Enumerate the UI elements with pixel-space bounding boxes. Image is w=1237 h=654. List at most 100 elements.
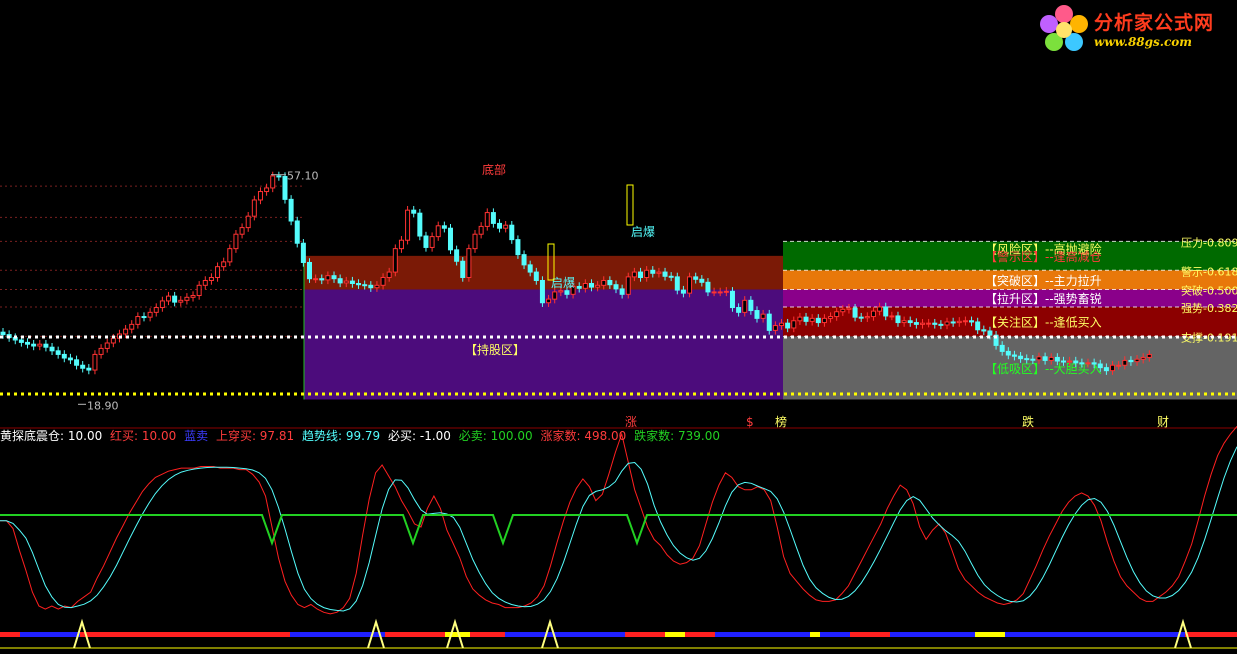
candle-body bbox=[926, 322, 932, 325]
signal-bottom-label: 底部 bbox=[482, 162, 506, 177]
candle-body bbox=[601, 279, 607, 286]
candle-body bbox=[895, 315, 901, 324]
candle-body bbox=[435, 225, 441, 238]
candle-body bbox=[748, 299, 754, 312]
signal-bar-segment bbox=[0, 632, 20, 637]
candle-body bbox=[1122, 359, 1128, 366]
candle-body bbox=[172, 295, 178, 303]
candle-body bbox=[104, 342, 110, 349]
candle-body bbox=[809, 317, 815, 322]
candle-body bbox=[1030, 358, 1036, 361]
logo-url: www.88gs.com bbox=[1094, 35, 1192, 49]
candle-body bbox=[478, 225, 484, 235]
candle-body bbox=[717, 291, 723, 294]
candle-body bbox=[582, 282, 588, 289]
signal-bar-segment bbox=[975, 632, 1005, 637]
candle-body bbox=[1128, 359, 1134, 363]
candle-body bbox=[607, 279, 613, 286]
candle-body bbox=[411, 209, 417, 214]
candle-body bbox=[251, 199, 257, 217]
candle-body bbox=[975, 321, 981, 331]
hold-zone-lower bbox=[304, 289, 783, 400]
candle-body bbox=[18, 339, 24, 343]
indicator-green-line bbox=[0, 514, 1237, 546]
candle-body bbox=[325, 275, 331, 281]
signal-bar-segment bbox=[665, 632, 685, 637]
signal-bar-segment bbox=[1005, 632, 1185, 637]
fib-level-label: 突破-0.500 bbox=[1181, 284, 1237, 298]
candle-body bbox=[159, 300, 165, 309]
candle-body bbox=[699, 278, 705, 283]
legend-item-must-sell: 必卖: 100.00 bbox=[458, 429, 533, 443]
candle-body bbox=[129, 323, 135, 330]
candle-body bbox=[650, 269, 656, 274]
candle-body bbox=[43, 343, 49, 348]
candle-body bbox=[1060, 360, 1066, 363]
signal-bar-segment bbox=[385, 632, 445, 637]
candle-body bbox=[227, 248, 233, 263]
candle-body bbox=[595, 284, 601, 288]
candle-body bbox=[760, 313, 766, 319]
candle-body bbox=[349, 280, 355, 284]
candle-body bbox=[754, 310, 760, 319]
candle-body bbox=[693, 276, 699, 280]
candle-body bbox=[1073, 360, 1079, 364]
candle-body bbox=[55, 350, 61, 355]
candle-body bbox=[956, 320, 962, 324]
candle-body bbox=[803, 316, 809, 322]
candle-body bbox=[729, 290, 735, 309]
candle-body bbox=[705, 281, 711, 293]
candle-body bbox=[257, 191, 263, 201]
candle-body bbox=[564, 290, 570, 295]
candle-body bbox=[80, 364, 86, 369]
candle-body bbox=[405, 209, 411, 241]
candle-body bbox=[74, 359, 80, 366]
candle-body bbox=[613, 284, 619, 290]
stock-chart: 【风险区】--高抛避险【警示区】--逢高减仓【突破区】--主力拉升【拉升区】--… bbox=[0, 162, 1237, 649]
candle-body bbox=[576, 286, 582, 289]
candle-body bbox=[386, 271, 392, 278]
signal-bar-segment bbox=[715, 632, 810, 637]
candle-body bbox=[307, 261, 312, 280]
price-low-label: 18.90 bbox=[87, 399, 119, 412]
candle-body bbox=[1091, 362, 1097, 365]
candle-body bbox=[742, 299, 748, 313]
signal-burst-label: 启爆 bbox=[631, 225, 655, 239]
candle-body bbox=[950, 321, 956, 324]
candle-body bbox=[313, 278, 319, 281]
candle-body bbox=[944, 321, 950, 326]
candle-body bbox=[779, 322, 785, 327]
candle-body bbox=[920, 322, 925, 325]
candle-body bbox=[539, 279, 545, 304]
candle-body bbox=[821, 317, 827, 324]
signal-bar-segment bbox=[505, 632, 625, 637]
candle-body bbox=[644, 269, 650, 278]
candle-body bbox=[1005, 350, 1011, 356]
candle-body bbox=[61, 353, 67, 359]
signal-bar-segment bbox=[890, 632, 975, 637]
candle-body bbox=[1116, 364, 1122, 367]
legend-item-trend-line: 趋势线: 99.79 bbox=[301, 429, 381, 443]
candle-body bbox=[913, 322, 919, 325]
candle-body bbox=[987, 330, 993, 336]
candle-body bbox=[877, 306, 883, 312]
candle-body bbox=[110, 337, 116, 344]
candle-body bbox=[484, 212, 490, 227]
candle-body bbox=[1024, 358, 1030, 361]
candle-body bbox=[441, 225, 447, 229]
candle-body bbox=[362, 284, 368, 287]
zone-label: 【关注区】--逢低买入 bbox=[985, 315, 1102, 330]
signal-bar-segment bbox=[810, 632, 820, 637]
candle-body bbox=[356, 282, 362, 286]
candle-body bbox=[184, 296, 190, 301]
candle-body bbox=[215, 266, 221, 278]
candle-body bbox=[166, 295, 172, 302]
candle-body bbox=[245, 215, 251, 229]
candle-body bbox=[300, 242, 306, 263]
indicator-cyan-line bbox=[0, 446, 1237, 612]
candle-body bbox=[98, 347, 104, 355]
logo-title: 分析家公式网 bbox=[1094, 12, 1215, 34]
candle-body bbox=[1085, 362, 1091, 365]
candle-body bbox=[631, 271, 637, 278]
candle-body bbox=[785, 322, 791, 329]
